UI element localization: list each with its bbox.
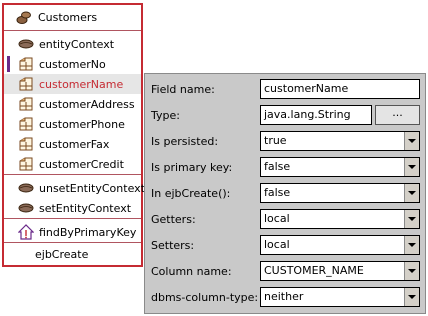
chevron-down-icon[interactable] [404,158,419,176]
bean-icon [18,39,34,49]
field-icon [19,157,33,171]
getters-row: Getters: local [145,209,425,231]
member-label: customerFax [39,137,110,151]
primary-key-row: Is primary key: false [145,157,425,179]
chevron-down-icon[interactable] [404,236,419,254]
getters-label: Getters: [151,213,196,226]
dbms-type-select[interactable]: neither [260,287,420,307]
column-name-value: CUSTOMER_NAME [264,264,364,277]
persisted-label: Is persisted: [151,135,219,148]
field-icon [19,137,33,151]
field-customerAddress[interactable]: customerAddress [4,94,141,114]
column-name-row: Column name: CUSTOMER_NAME [145,261,425,283]
primary-key-marker-icon [7,56,10,72]
chevron-down-icon[interactable] [404,210,419,228]
method-unsetEntityContext[interactable]: unsetEntityContext [4,178,145,198]
method-findByPrimaryKey[interactable]: findByPrimaryKey [4,222,141,242]
dbms-type-value: neither [264,290,304,303]
chevron-down-icon[interactable] [404,132,419,150]
in-ejbcreate-row: In ejbCreate(): false [145,183,425,205]
method-setEntityContext[interactable]: setEntityContext [4,198,141,218]
persisted-value: true [264,134,287,147]
entity-bean-title: Customers [38,11,98,24]
setters-row: Setters: local [145,235,425,257]
field-icon [19,117,33,131]
dbms-type-row: dbms-column-type: neither [145,287,425,309]
chevron-down-icon[interactable] [404,262,419,280]
persisted-row: Is persisted: true [145,131,425,153]
member-label: setEntityContext [39,201,132,215]
field-icon [19,77,33,91]
field-property-sheet: Field name: customerName Type: java.lang… [144,73,426,314]
field-name-input[interactable]: customerName [260,79,420,99]
in-ejbcreate-value: false [264,186,291,199]
member-entityContext[interactable]: entityContext [4,34,141,54]
primary-key-select[interactable]: false [260,157,420,177]
getters-value: local [264,212,290,225]
entity-bean-header[interactable]: Customers [4,5,141,31]
member-label: ejbCreate [35,247,89,261]
primary-key-value: false [264,160,291,173]
member-label: findByPrimaryKey [39,225,137,239]
member-label: entityContext [39,37,115,51]
field-customerCredit[interactable]: customerCredit [4,154,141,174]
member-label: customerPhone [39,117,125,131]
column-name-select[interactable]: CUSTOMER_NAME [260,261,420,281]
bean-icon [18,203,34,213]
chevron-down-icon[interactable] [404,184,419,202]
in-ejbcreate-select[interactable]: false [260,183,420,203]
getters-select[interactable]: local [260,209,420,229]
setters-label: Setters: [151,239,195,252]
field-customerName[interactable]: customerName [4,74,141,94]
dbms-type-label: dbms-column-type: [151,291,259,304]
type-row: Type: java.lang.String ... [145,105,425,127]
field-customerNo[interactable]: customerNo [4,54,141,74]
beans-icon [16,11,31,24]
method-ejbCreate[interactable]: ejbCreate [4,243,141,265]
type-input[interactable]: java.lang.String [260,105,372,125]
persisted-select[interactable]: true [260,131,420,151]
field-customerPhone[interactable]: customerPhone [4,114,141,134]
field-name-label: Field name: [151,83,215,96]
member-label: customerCredit [39,157,124,171]
field-icon [19,97,33,111]
home-finder-icon [18,224,34,240]
chevron-down-icon[interactable] [404,288,419,306]
bean-icon [18,183,34,193]
column-name-label: Column name: [151,265,232,278]
field-name-row: Field name: customerName [145,79,425,101]
member-label: customerName [39,77,124,91]
primary-key-label: Is primary key: [151,161,233,174]
type-browse-button[interactable]: ... [375,105,420,125]
field-customerFax[interactable]: customerFax [4,134,141,154]
entity-bean-box: Customers entityContext customerNo custo… [2,3,145,267]
field-icon [19,57,33,71]
setters-value: local [264,238,290,251]
member-label: customerNo [39,57,106,71]
setters-select[interactable]: local [260,235,420,255]
in-ejbcreate-label: In ejbCreate(): [151,187,231,200]
member-label: unsetEntityContext [39,181,145,195]
member-label: customerAddress [39,97,135,111]
type-label: Type: [151,109,180,122]
